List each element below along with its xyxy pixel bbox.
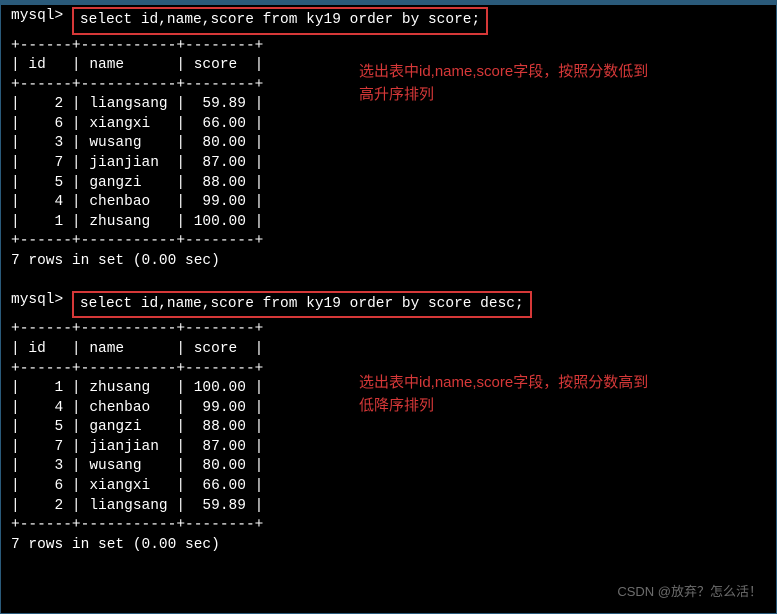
annotation-2-line1: 选出表中id,name,score字段，按照分数高到 xyxy=(359,374,648,391)
annotation-2-line2: 低降序排列 xyxy=(359,397,434,414)
table2-row-3: | 7 | jianjian | 87.00 | xyxy=(11,439,263,455)
table2-header: | id | name | score | xyxy=(11,341,263,357)
table2-row-1: | 4 | chenbao | 99.00 | xyxy=(11,400,263,416)
annotation-1-line2: 高升序排列 xyxy=(359,86,434,103)
table2-row-0: | 1 | zhusang | 100.00 | xyxy=(11,380,263,396)
table1-row-1: | 6 | xiangxi | 66.00 | xyxy=(11,116,263,132)
table1-header: | id | name | score | xyxy=(11,57,263,73)
table1-sep-bot: +------+-----------+--------+ xyxy=(11,233,263,249)
query-1-highlight: select id,name,score from ky19 order by … xyxy=(72,7,488,35)
table1-row-6: | 1 | zhusang | 100.00 | xyxy=(11,214,263,230)
table1-row-3: | 7 | jianjian | 87.00 | xyxy=(11,155,263,171)
watermark: CSDN @放弃？怎么活！ xyxy=(617,583,762,601)
footer1: 7 rows in set (0.00 sec) xyxy=(11,253,220,269)
table2-sep-mid: +------+-----------+--------+ xyxy=(11,361,263,377)
table1-row-2: | 3 | wusang | 80.00 | xyxy=(11,135,263,151)
table1-sep-top: +------+-----------+--------+ xyxy=(11,38,263,54)
annotation-1: 选出表中id,name,score字段，按照分数低到 高升序排列 xyxy=(359,61,759,106)
table2-row-5: | 6 | xiangxi | 66.00 | xyxy=(11,478,263,494)
query-2-highlight: select id,name,score from ky19 order by … xyxy=(72,291,532,319)
annotation-1-line1: 选出表中id,name,score字段，按照分数低到 xyxy=(359,63,648,80)
table2-sep-top: +------+-----------+--------+ xyxy=(11,321,263,337)
table2-sep-bot: +------+-----------+--------+ xyxy=(11,517,263,533)
table1-row-0: | 2 | liangsang | 59.89 | xyxy=(11,96,263,112)
table1-sep-mid: +------+-----------+--------+ xyxy=(11,77,263,93)
table2-row-2: | 5 | gangzi | 88.00 | xyxy=(11,419,263,435)
mysql-prompt-2: mysql> xyxy=(11,292,63,308)
annotation-2: 选出表中id,name,score字段，按照分数高到 低降序排列 xyxy=(359,372,759,417)
table2-row-6: | 2 | liangsang | 59.89 | xyxy=(11,498,263,514)
table1-row-4: | 5 | gangzi | 88.00 | xyxy=(11,175,263,191)
table2-row-4: | 3 | wusang | 80.00 | xyxy=(11,458,263,474)
mysql-prompt: mysql> xyxy=(11,8,63,24)
table1-row-5: | 4 | chenbao | 99.00 | xyxy=(11,194,263,210)
footer2: 7 rows in set (0.00 sec) xyxy=(11,537,220,553)
